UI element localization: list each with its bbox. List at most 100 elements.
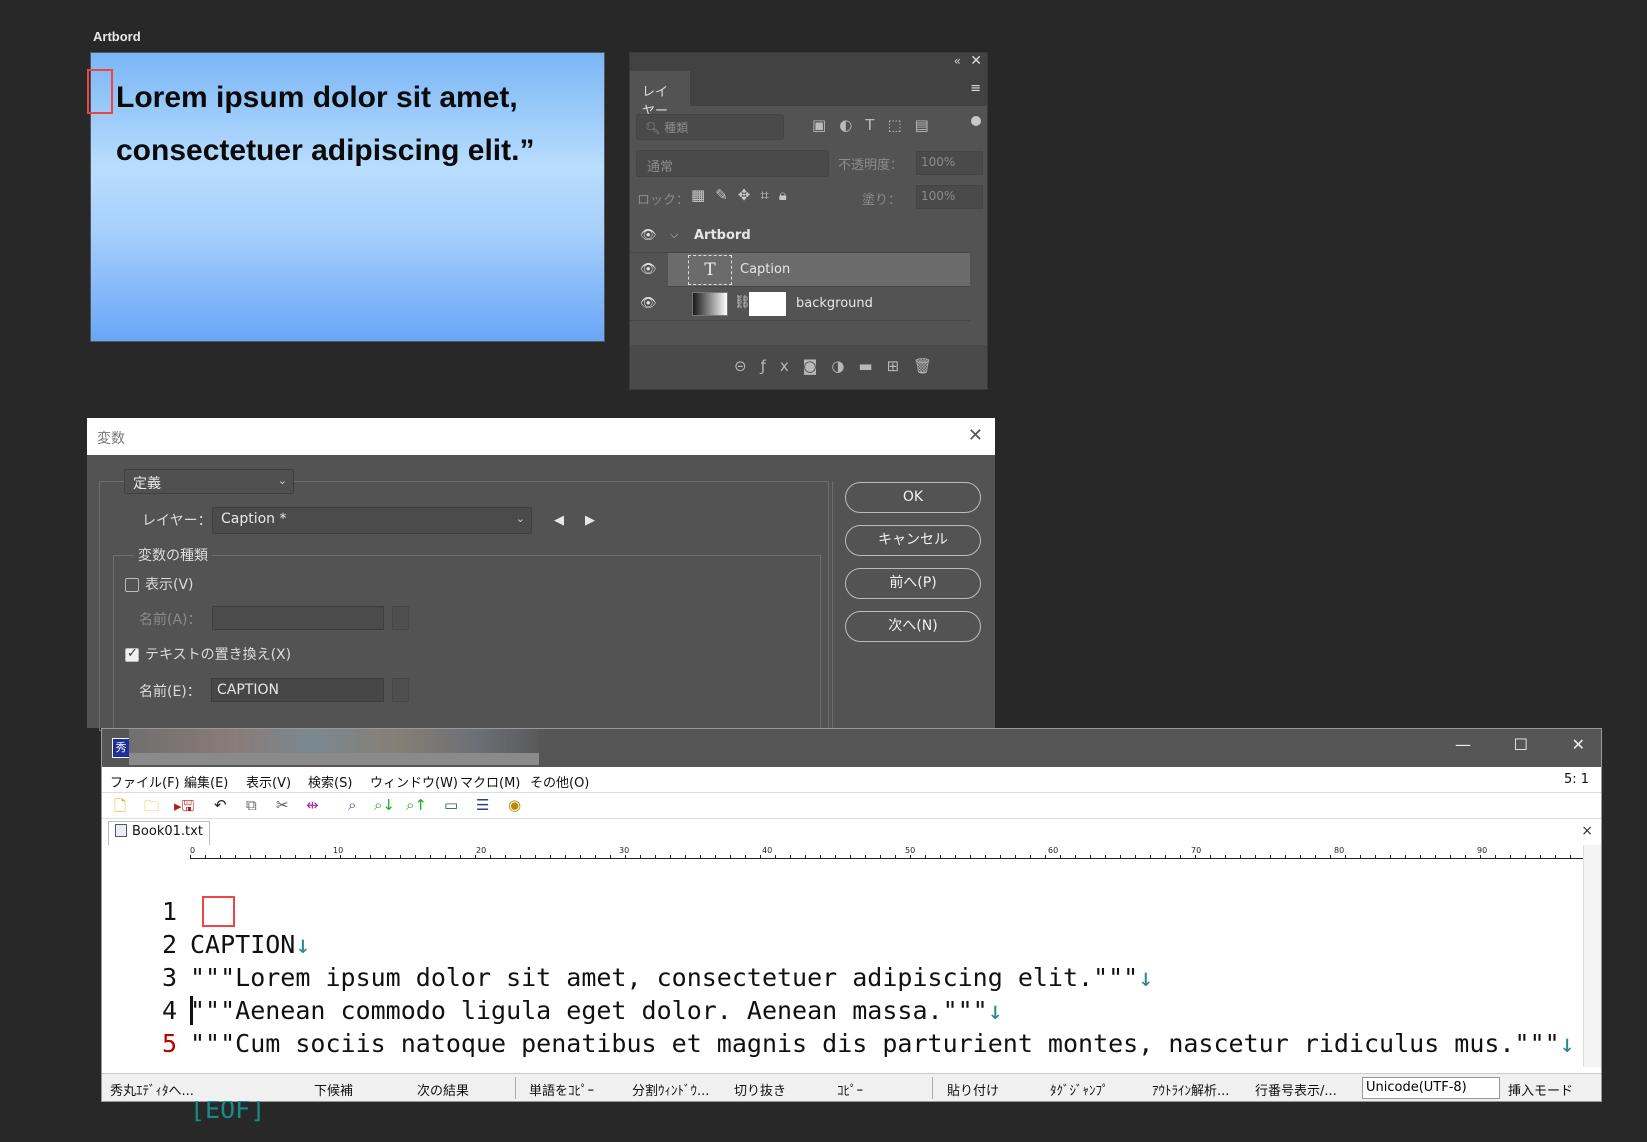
filter-kind-label: 種類 [664, 121, 689, 135]
lock-artboard-icon: ⌗ [760, 186, 779, 204]
opacity-label: 不透明度： [838, 158, 904, 173]
fill-field[interactable]: 100% [916, 185, 983, 209]
close-icon[interactable]: ✕ [968, 425, 983, 446]
text-line: 2 """Lorem ipsum dolor sit amet, consect… [102, 895, 1582, 992]
lock-transparency-icon: ▦ [691, 186, 716, 204]
layer-row-background[interactable]: 👁︎ ⛓ background [630, 287, 970, 321]
definition-select-value: 定義 [133, 476, 161, 492]
layer-row-artbord[interactable]: 👁︎ ⌵ Artbord [630, 219, 970, 253]
visibility-eye-icon[interactable]: 👁︎ [640, 296, 657, 311]
chevron-down-icon[interactable]: ⌵ [670, 228, 678, 242]
macro-icon[interactable]: ◉ [508, 796, 521, 814]
maximize-icon[interactable]: ☐ [1514, 735, 1528, 754]
open-folder-icon[interactable]: 🗀︎ [144, 796, 159, 821]
layer-name: background [796, 296, 873, 311]
status-tag-jump[interactable]: ﾀｸﾞｼﾞｬﾝﾌﾟ [1050, 1080, 1109, 1099]
visibility-eye-icon[interactable]: 👁︎ [640, 262, 657, 277]
caption-text[interactable]: Lorem ipsum dolor sit amet, consectetuer… [116, 71, 596, 177]
status-hidemaru[interactable]: 秀丸ｴﾃﾞｨﾀへ... [110, 1080, 194, 1099]
previous-layer-icon[interactable]: ◀ [554, 513, 564, 528]
collapse-panel-icon[interactable]: « [954, 54, 961, 68]
status-paste[interactable]: 貼り付け [947, 1080, 999, 1099]
text-name-dropdown[interactable] [392, 678, 409, 702]
type-filter-icon: T [865, 116, 888, 134]
undo-icon[interactable]: ↶ [214, 796, 227, 814]
lock-paint-icon: ✎ [715, 186, 738, 204]
divider [832, 481, 833, 731]
vertical-scrollbar[interactable] [1583, 845, 1601, 1067]
cursor-position: 5: 1 [1563, 772, 1589, 787]
layer-filter-search[interactable]: 🔍︎ 種類 [636, 114, 784, 140]
menu-view[interactable]: 表示(V) [246, 772, 291, 791]
menu-search[interactable]: 検索(S) [308, 772, 352, 791]
status-separator [515, 1077, 516, 1099]
variables-dialog-titlebar: 変数 ✕ [87, 418, 995, 455]
cancel-button[interactable]: キャンセル [845, 525, 981, 556]
ok-button[interactable]: OK [845, 482, 981, 513]
text-area[interactable]: 1 CAPTION↓ 2 """Lorem ipsum dolor sit am… [102, 862, 1582, 1124]
layer-select[interactable]: Caption * ⌄ [212, 507, 532, 534]
menu-macro[interactable]: マクロ(M) [460, 772, 520, 791]
status-outline[interactable]: ｱｳﾄﾗｲﾝ解析... [1152, 1080, 1229, 1099]
visibility-checkbox[interactable] [125, 578, 139, 592]
text-file-icon [115, 824, 127, 837]
status-next-candidate[interactable]: 下候補 [314, 1080, 353, 1099]
status-split-window[interactable]: 分割ｳｨﾝﾄﾞｳ... [632, 1080, 709, 1099]
split-window-icon[interactable]: ☰ [476, 796, 489, 814]
status-copy-word[interactable]: 単語をｺﾋﾟｰ [529, 1080, 594, 1099]
editor-titlebar: 秀 — ☐ ✕ [102, 729, 1601, 767]
visibility-name-dropdown[interactable] [392, 606, 409, 630]
copy-icon[interactable]: ⧉ [246, 796, 257, 814]
layer-filter-icons[interactable]: ▣◐T⬚▤ [812, 116, 942, 134]
status-copy[interactable]: ｺﾋﾟｰ [837, 1080, 863, 1099]
search-icon[interactable]: ⌕ [348, 796, 356, 814]
encoding-indicator[interactable]: Unicode(UTF-8) [1362, 1077, 1500, 1099]
menu-edit[interactable]: 編集(E) [184, 772, 228, 791]
panel-menu-icon[interactable]: ≡ [970, 81, 981, 96]
layers-panel: « ✕ レイヤー ≡ 🔍︎ 種類 ▣◐T⬚▤ 通常 不透明度： 100% ロック… [629, 52, 988, 390]
new-file-icon[interactable]: 🗋︎ [114, 796, 126, 821]
opacity-field[interactable]: 100% [916, 151, 983, 175]
text-replace-checkbox-label: テキストの置き換え(X) [145, 647, 292, 663]
cut-icon[interactable]: ✂ [276, 796, 289, 814]
definition-select[interactable]: 定義 ⌄ [124, 469, 294, 494]
save-icon[interactable]: ▸🖫︎ [174, 796, 194, 821]
visibility-eye-icon[interactable]: 👁︎ [640, 228, 657, 243]
close-panel-icon[interactable]: ✕ [970, 53, 982, 69]
lock-icons[interactable]: ▦✎✥⌗🔒︎ [691, 186, 797, 204]
layer-row-caption[interactable]: 👁︎ T Caption [640, 253, 970, 287]
ruler-number: 20 [476, 846, 487, 855]
paste-icon[interactable]: ⇹ [306, 796, 319, 814]
ruler-number: 40 [762, 846, 773, 855]
status-next-result[interactable]: 次の結果 [417, 1080, 469, 1099]
insert-mode-indicator[interactable]: 挿入モード [1508, 1080, 1573, 1099]
status-cut[interactable]: 切り抜き [734, 1080, 786, 1099]
text-name-field[interactable]: CAPTION [211, 678, 384, 702]
search-prev-icon[interactable]: ⌕↑ [406, 796, 427, 814]
tab-book01[interactable]: Book01.txt [108, 821, 210, 845]
visibility-name-field[interactable] [212, 606, 384, 630]
filter-toggle[interactable] [971, 116, 981, 126]
status-line-number[interactable]: 行番号表示/... [1255, 1080, 1337, 1099]
menu-other[interactable]: その他(O) [530, 772, 589, 791]
layer-action-icons[interactable]: ⊝ƒx◙◑▬⊞🗑︎ [734, 357, 946, 375]
menu-file[interactable]: ファイル(F) [110, 772, 180, 791]
tab-layers[interactable]: レイヤー [630, 71, 690, 119]
app-icon[interactable]: 秀 [112, 738, 130, 758]
panel-topbar: « ✕ [630, 53, 987, 71]
text-replace-checkbox[interactable] [125, 646, 139, 662]
close-tab-icon[interactable]: × [1581, 823, 1593, 839]
next-layer-icon[interactable]: ▶ [585, 513, 595, 528]
menu-window[interactable]: ウィンドウ(W) [370, 772, 458, 791]
line-content[interactable]: """Cum sociis natoque penatibus et magni… [190, 1027, 1575, 1060]
blend-mode-select[interactable]: 通常 [636, 150, 829, 177]
next-button[interactable]: 次へ(N) [845, 611, 981, 642]
artboard-canvas[interactable]: Lorem ipsum dolor sit amet, consectetuer… [87, 52, 605, 342]
chevron-down-icon: ⌄ [277, 474, 287, 487]
grep-icon[interactable]: ▭ [444, 796, 458, 814]
minimize-icon[interactable]: — [1455, 735, 1471, 754]
search-next-icon[interactable]: ⌕↓ [374, 796, 395, 814]
status-bar: 秀丸ｴﾃﾞｨﾀへ... 下候補 次の結果 単語をｺﾋﾟｰ 分割ｳｨﾝﾄﾞｳ...… [102, 1073, 1601, 1101]
close-icon[interactable]: ✕ [1572, 735, 1585, 754]
prev-button[interactable]: 前へ(P) [845, 568, 981, 599]
